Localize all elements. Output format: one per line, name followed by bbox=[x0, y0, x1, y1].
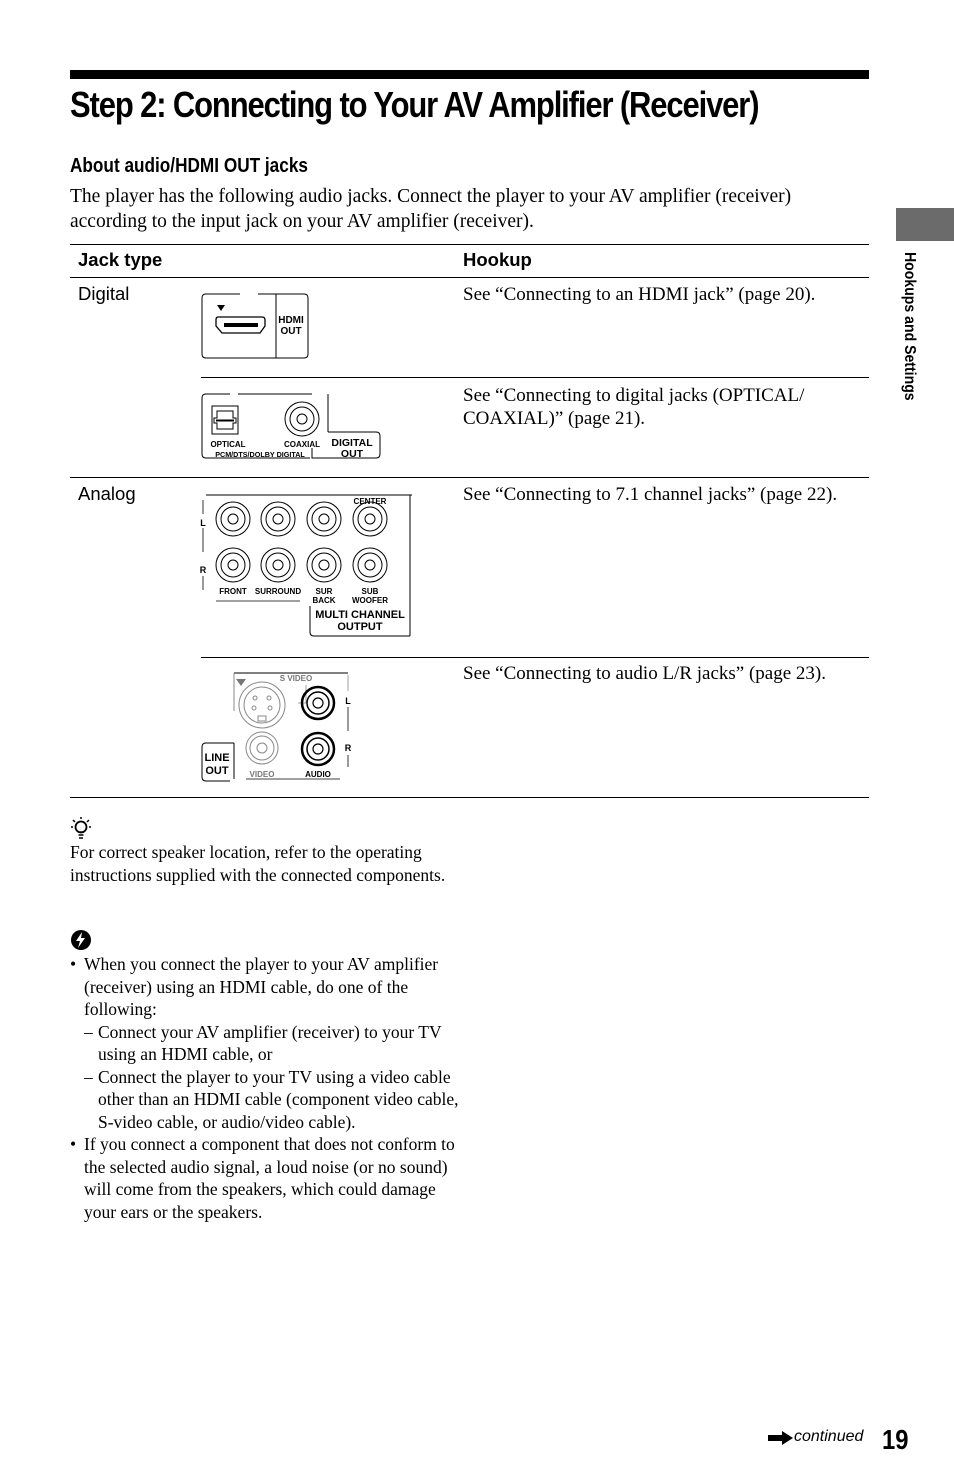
subwoofer-label-line1: SUB bbox=[362, 587, 379, 596]
caution-icon bbox=[71, 930, 91, 950]
line-out-label-line2: OUT bbox=[205, 765, 229, 777]
center-label: CENTER bbox=[354, 497, 387, 506]
audio-right-label: R bbox=[345, 743, 352, 753]
coaxial-label: COAXIAL bbox=[284, 440, 320, 449]
bullet-marker: • bbox=[70, 1134, 77, 1154]
left-channel-label: L bbox=[200, 518, 206, 528]
multi-channel-output-diagram: L R FRONT SURROUND SUR BACK SUB WOOFER C… bbox=[200, 494, 412, 637]
jack-category: Analog bbox=[78, 483, 136, 504]
surround-left-jack-icon bbox=[260, 501, 296, 537]
multi-channel-label-line1: MULTI CHANNEL bbox=[315, 609, 405, 621]
triangle-marker-icon bbox=[236, 679, 246, 686]
notes-list: • When you connect the player to your AV… bbox=[70, 953, 460, 1223]
audio-right-port-icon bbox=[300, 731, 336, 767]
hdmi-out-jack-diagram: HDMI OUT bbox=[201, 293, 309, 359]
right-channel-label: R bbox=[200, 565, 207, 575]
multi-channel-label-line2: OUTPUT bbox=[337, 621, 383, 633]
sur-back-right-jack-icon bbox=[306, 547, 342, 583]
note-text: If you connect a component that does not… bbox=[84, 1134, 455, 1222]
note-bullet: • When you connect the player to your AV… bbox=[70, 953, 460, 1021]
page-title: Step 2: Connecting to Your AV Amplifier … bbox=[70, 84, 760, 125]
surround-label: SURROUND bbox=[255, 587, 301, 596]
continued-label: continued bbox=[794, 1428, 864, 1445]
intro-paragraph: The player has the following audio jacks… bbox=[70, 186, 792, 232]
video-label: VIDEO bbox=[250, 770, 275, 779]
arrow-right-icon bbox=[768, 1431, 793, 1445]
page-number: 19 bbox=[882, 1424, 909, 1455]
formats-label: PCM/DTS/DOLBY DIGITAL bbox=[215, 450, 305, 459]
row-divider bbox=[70, 477, 869, 478]
note-subitem-text: Connect the player to your TV using a vi… bbox=[98, 1066, 459, 1132]
front-label: FRONT bbox=[219, 587, 247, 596]
hookup-text: See “Connecting to audio L/R jacks” (pag… bbox=[463, 663, 827, 684]
hookup-text: See “Connecting to 7.1 channel jacks” (p… bbox=[463, 484, 838, 505]
bullet-marker: • bbox=[70, 954, 77, 974]
optical-label: OPTICAL bbox=[210, 440, 245, 449]
title-rule bbox=[70, 70, 869, 79]
note-text: When you connect the player to your AV a… bbox=[84, 954, 439, 1019]
subwoofer-jack-icon bbox=[352, 547, 388, 583]
triangle-marker-icon bbox=[217, 305, 225, 311]
line-out-label-line1: LINE bbox=[204, 752, 229, 764]
chapter-tab bbox=[896, 208, 954, 241]
dash-marker: – bbox=[84, 1066, 93, 1087]
dash-marker: – bbox=[84, 1021, 93, 1042]
sur-back-left-jack-icon bbox=[306, 501, 342, 537]
note-bullet: • If you connect a component that does n… bbox=[70, 1133, 460, 1223]
column-header-hookup: Hookup bbox=[463, 249, 532, 270]
column-header-jack-type: Jack type bbox=[78, 249, 163, 270]
hdmi-label-line2: OUT bbox=[280, 326, 301, 337]
svideo-label: S VIDEO bbox=[280, 674, 312, 683]
surround-right-jack-icon bbox=[260, 547, 296, 583]
jack-category: Digital bbox=[78, 283, 130, 304]
front-right-jack-icon bbox=[215, 547, 251, 583]
tip-text: For correct speaker location, refer to t… bbox=[70, 842, 446, 885]
row-divider bbox=[201, 657, 869, 658]
table-top-rule bbox=[70, 244, 869, 245]
table-bottom-rule bbox=[70, 797, 869, 798]
digital-out-label-line2: OUT bbox=[341, 448, 364, 460]
audio-left-label: L bbox=[345, 696, 351, 706]
line-out-jacks-diagram: S VIDEO L R VIDEO AUDIO LINE OUT bbox=[201, 672, 352, 782]
subwoofer-label-line2: WOOFER bbox=[352, 596, 388, 605]
audio-left-port-icon bbox=[300, 685, 336, 721]
lightbulb-icon bbox=[71, 817, 91, 839]
sur-back-label-line1: SUR bbox=[316, 587, 333, 596]
row-divider bbox=[201, 377, 869, 378]
audio-label: AUDIO bbox=[305, 770, 331, 779]
hookup-text: See “Connecting to an HDMI jack” (page 2… bbox=[463, 284, 816, 305]
section-heading: About audio/HDMI OUT jacks bbox=[70, 155, 308, 177]
digital-out-jacks-diagram: OPTICAL COAXIAL PCM/DTS/DOLBY DIGITAL DI… bbox=[201, 393, 381, 460]
center-jack-icon bbox=[352, 501, 388, 537]
front-left-jack-icon bbox=[215, 501, 251, 537]
chapter-label: Hookups and Settings bbox=[901, 252, 918, 401]
header-rule bbox=[70, 277, 869, 278]
note-subitem: – Connect your AV amplifier (receiver) t… bbox=[70, 1021, 460, 1066]
note-subitem-text: Connect your AV amplifier (receiver) to … bbox=[98, 1021, 442, 1065]
hookup-text: See “Connecting to digital jacks (OPTICA… bbox=[463, 385, 805, 429]
hdmi-label-line1: HDMI bbox=[278, 315, 304, 326]
note-subitem: – Connect the player to your TV using a … bbox=[70, 1066, 460, 1134]
sur-back-label-line2: BACK bbox=[312, 596, 335, 605]
